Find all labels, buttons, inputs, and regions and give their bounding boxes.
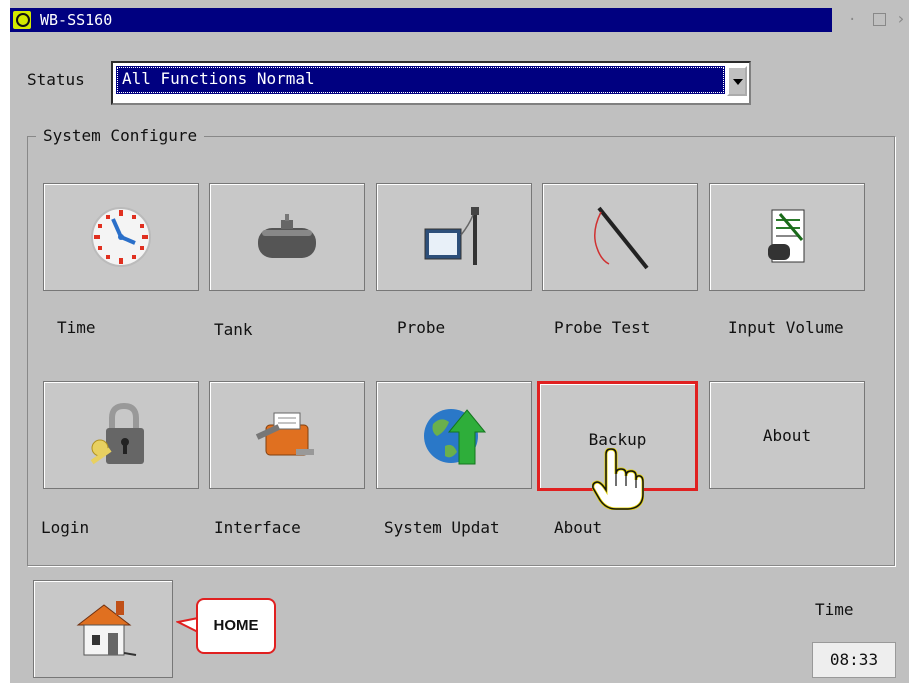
tank-icon — [258, 214, 316, 258]
tile-label-login: Login — [41, 518, 90, 537]
home-button[interactable] — [33, 580, 173, 678]
about-button-text: About — [762, 426, 812, 445]
probe-icon — [424, 207, 479, 265]
hand-pointer-icon — [592, 448, 644, 510]
title-bar — [10, 8, 832, 32]
about-button[interactable]: About — [709, 381, 865, 489]
tile-label-probe-test: Probe Test — [554, 318, 651, 337]
maximize-icon[interactable] — [873, 13, 886, 26]
login-button[interactable] — [43, 381, 199, 489]
tile-label-about: About — [554, 518, 603, 537]
globe-update-icon — [424, 409, 487, 465]
clock-icon — [91, 207, 151, 267]
tile-label-time: Time — [57, 318, 96, 337]
tile-label-system-update: System Updat — [384, 518, 500, 537]
padlock-key-icon — [90, 402, 144, 465]
system-update-button[interactable] — [376, 381, 532, 489]
input-volume-button[interactable] — [709, 183, 865, 291]
probe-test-button[interactable] — [542, 183, 698, 291]
close-icon[interactable]: › — [896, 9, 906, 28]
time-button[interactable] — [43, 183, 199, 291]
tile-label-input-volume: Input Volume — [728, 318, 844, 337]
time-display: 08:33 — [812, 642, 896, 678]
time-label: Time — [815, 600, 854, 619]
status-value: All Functions Normal — [116, 66, 725, 94]
status-label: Status — [27, 70, 85, 89]
tile-label-tank: Tank — [214, 320, 253, 339]
tile-label-interface: Interface — [214, 518, 301, 537]
printer-tools-icon — [255, 412, 314, 456]
chevron-down-icon[interactable] — [727, 66, 747, 96]
status-dropdown[interactable]: All Functions Normal — [111, 61, 751, 105]
house-icon — [76, 601, 137, 656]
home-callout-text: HOME — [213, 617, 259, 634]
input-volume-icon — [768, 209, 805, 263]
backup-button-text: Backup — [588, 430, 647, 449]
tile-label-probe: Probe — [397, 318, 446, 337]
probe-button[interactable] — [376, 183, 532, 291]
app-logo-icon — [13, 11, 31, 29]
group-title: System Configure — [36, 126, 205, 145]
window-title: WB-SS160 — [40, 11, 113, 29]
probe-test-icon — [594, 206, 649, 270]
tank-button[interactable] — [209, 183, 365, 291]
minimize-icon[interactable]: · — [848, 12, 856, 28]
home-callout: HOME — [196, 598, 276, 654]
interface-button[interactable] — [209, 381, 365, 489]
